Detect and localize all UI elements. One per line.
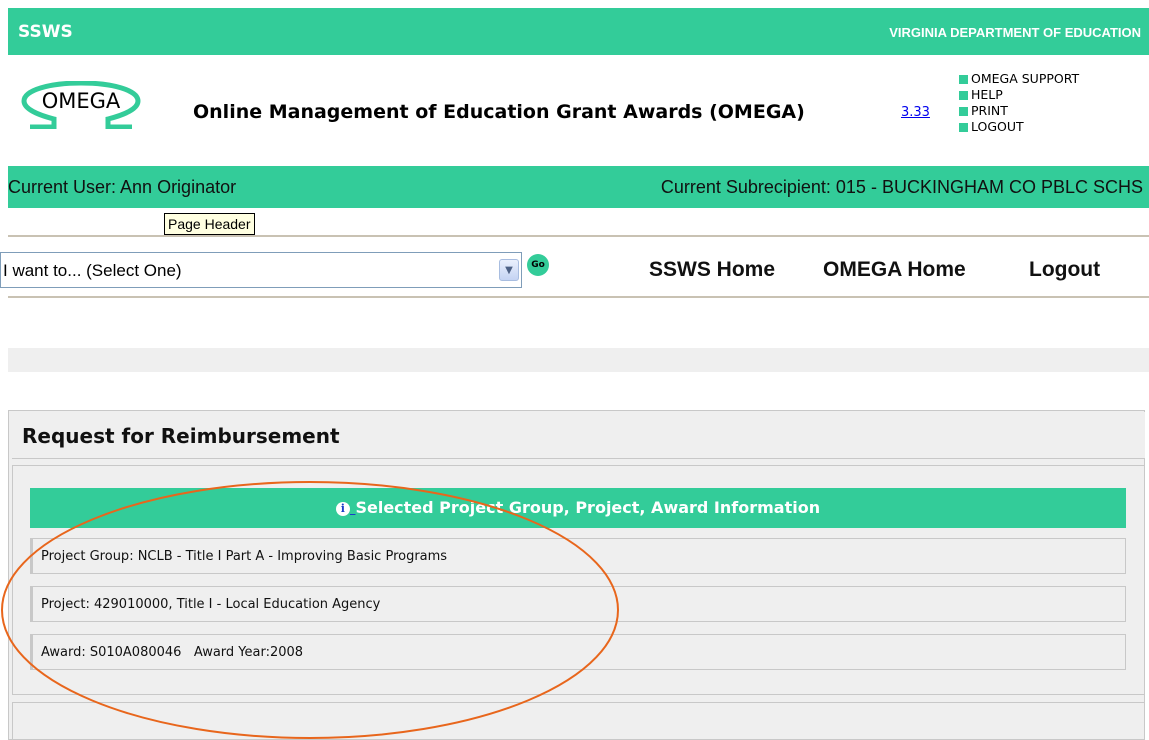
omega-support-link[interactable]: OMEGA SUPPORT xyxy=(959,71,1079,87)
award-row: Award: S010A080046 Award Year:2008 xyxy=(30,634,1126,670)
current-subrecipient: Current Subrecipient: 015 - BUCKINGHAM C… xyxy=(660,177,1143,197)
help-link[interactable]: HELP xyxy=(959,87,1079,103)
ssws-home-link[interactable]: SSWS Home xyxy=(649,258,775,282)
spacer-strip xyxy=(8,348,1149,372)
top-banner: SSWS VIRGINIA DEPARTMENT OF EDUCATION xyxy=(8,8,1149,55)
nav-logout-link[interactable]: Logout xyxy=(1029,258,1100,282)
go-button[interactable]: Go xyxy=(527,254,549,276)
current-user: Current User: Ann Originator xyxy=(8,177,237,197)
chevron-down-icon[interactable]: ▼ xyxy=(499,259,519,281)
divider xyxy=(8,235,1149,237)
app-name: SSWS xyxy=(18,22,73,42)
page-header-tooltip: Page Header xyxy=(164,213,255,235)
print-link[interactable]: PRINT xyxy=(959,103,1079,119)
logout-link[interactable]: LOGOUT xyxy=(959,119,1079,135)
department-name: VIRGINIA DEPARTMENT OF EDUCATION xyxy=(889,25,1141,40)
omega-logo: OMEGA xyxy=(21,81,141,129)
divider xyxy=(8,296,1149,298)
action-select-value: I want to... (Select One) xyxy=(3,261,182,280)
award-text: Award: S010A080046 Award Year:2008 xyxy=(41,645,304,660)
info-icon[interactable]: i xyxy=(335,502,350,516)
bullet-square-icon xyxy=(959,106,968,116)
project-group-row: Project Group: NCLB - Title I Part A - I… xyxy=(30,538,1126,574)
action-select[interactable]: I want to... (Select One) ▼ xyxy=(0,252,522,288)
project-text: Project: 429010000, Title I - Local Educ… xyxy=(41,597,381,612)
panel-footer xyxy=(12,702,1145,740)
project-group-text: Project Group: NCLB - Title I Part A - I… xyxy=(41,549,448,564)
bullet-square-icon xyxy=(959,74,968,84)
app-title: Online Management of Education Grant Awa… xyxy=(193,101,805,123)
project-row: Project: 429010000, Title I - Local Educ… xyxy=(30,586,1126,622)
page-title: Request for Reimbursement xyxy=(22,424,340,448)
section-header: i Selected Project Group, Project, Award… xyxy=(30,488,1126,528)
bullet-square-icon xyxy=(959,90,968,100)
version-link[interactable]: 3.33 xyxy=(901,105,930,120)
omega-home-link[interactable]: OMEGA Home xyxy=(823,258,966,282)
section-title: Selected Project Group, Project, Award I… xyxy=(355,498,821,517)
bullet-square-icon xyxy=(959,122,968,132)
svg-text:OMEGA: OMEGA xyxy=(42,89,121,113)
panel-header: Request for Reimbursement xyxy=(12,412,1145,459)
quick-links: OMEGA SUPPORT HELP PRINT LOGOUT xyxy=(959,71,1079,135)
user-bar: Current User: Ann Originator Current Sub… xyxy=(8,166,1149,208)
